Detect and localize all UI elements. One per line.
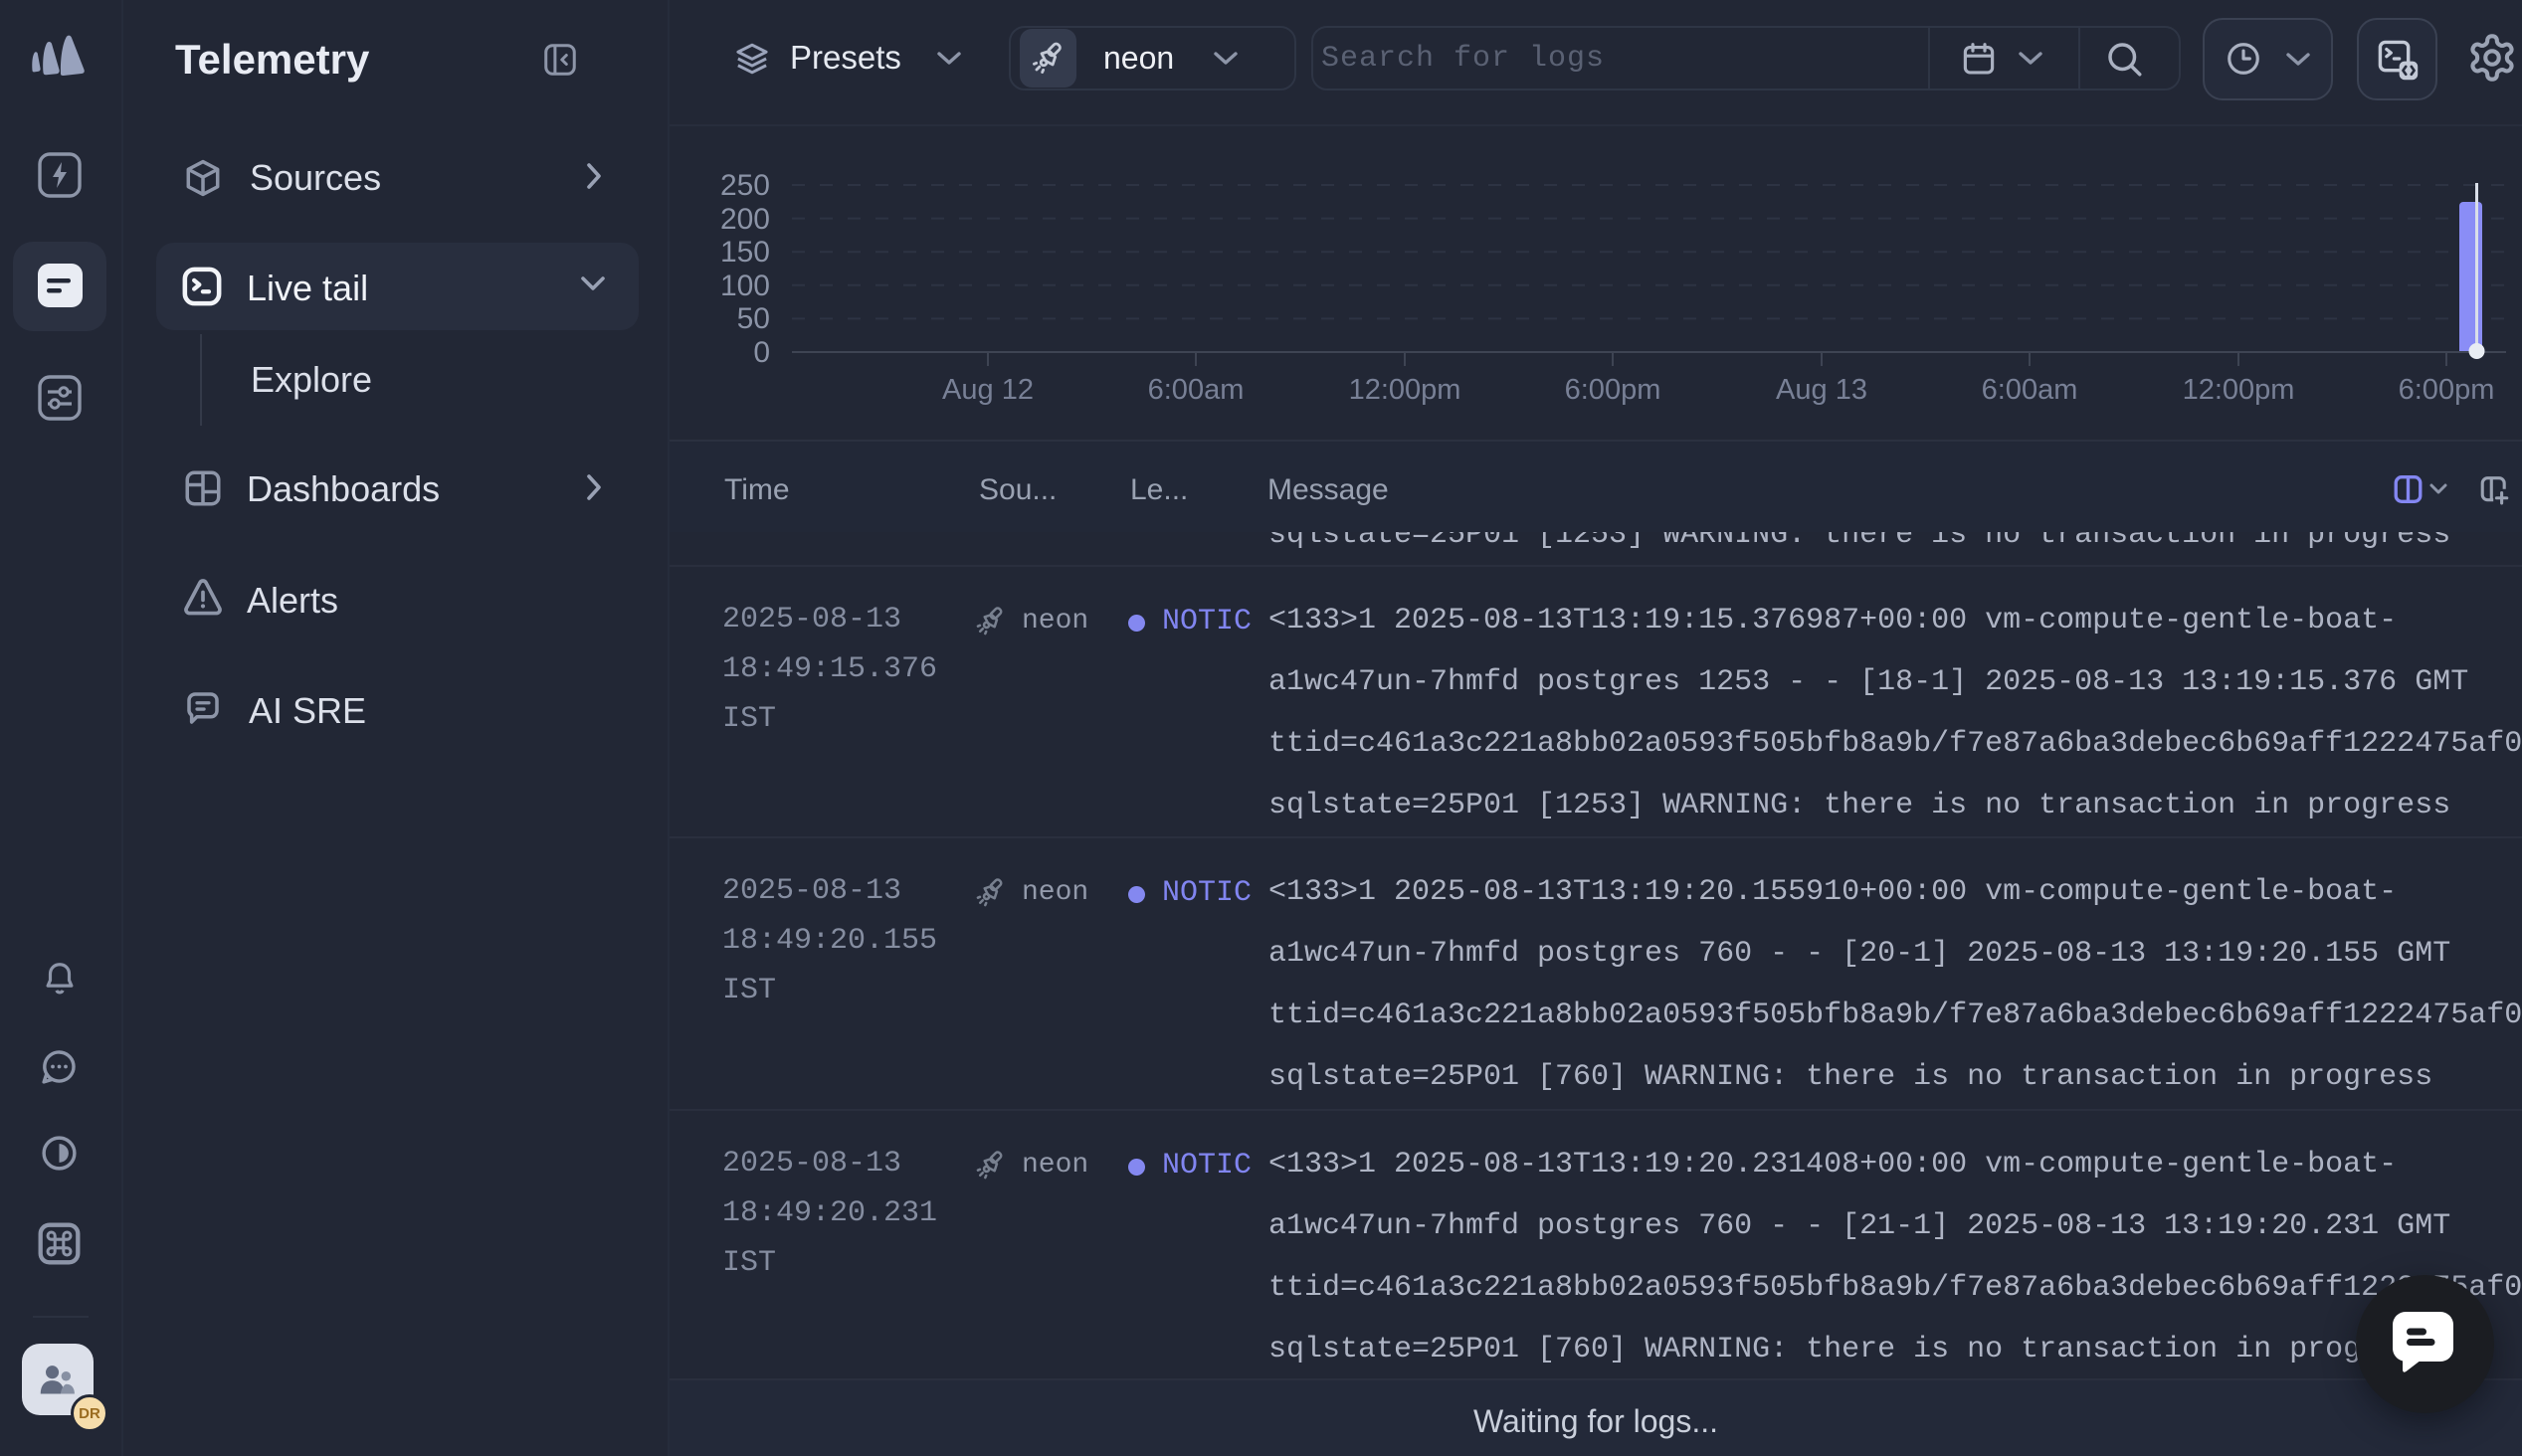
svg-text:0: 0 — [753, 336, 770, 369]
svg-text:100: 100 — [720, 270, 770, 302]
svg-text:6:00am: 6:00am — [1148, 374, 1245, 406]
svg-text:12:00pm: 12:00pm — [1349, 374, 1461, 406]
svg-text:200: 200 — [720, 203, 770, 236]
svg-text:Aug 12: Aug 12 — [942, 374, 1034, 406]
svg-text:6:00am: 6:00am — [1982, 374, 2078, 406]
svg-text:150: 150 — [720, 236, 770, 269]
svg-text:250: 250 — [720, 169, 770, 202]
svg-text:12:00pm: 12:00pm — [2183, 374, 2295, 406]
svg-text:6:00pm: 6:00pm — [1565, 374, 1661, 406]
svg-text:50: 50 — [737, 302, 770, 335]
svg-text:6:00pm: 6:00pm — [2399, 374, 2495, 406]
svg-text:Aug 13: Aug 13 — [1776, 374, 1867, 406]
